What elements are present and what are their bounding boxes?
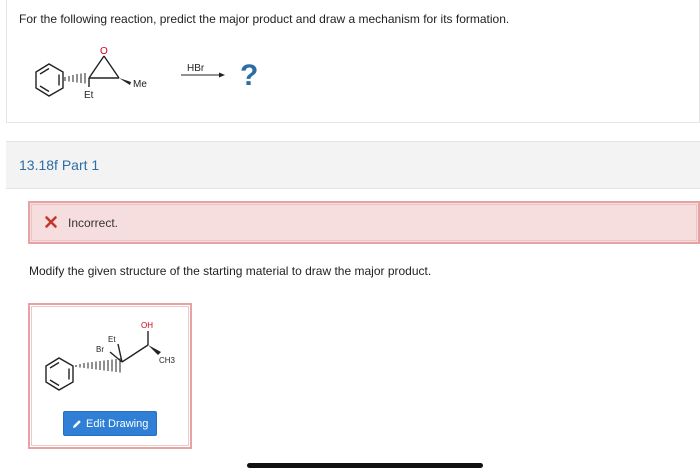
methyl-label: Me bbox=[133, 79, 147, 90]
hydroxyl-label: OH bbox=[141, 321, 153, 330]
product-structure: Et Br OH CH3 bbox=[45, 321, 176, 391]
edit-drawing-label: Edit Drawing bbox=[86, 417, 149, 430]
ethyl-label: Et bbox=[108, 335, 116, 344]
feedback-banner: Incorrect. bbox=[28, 201, 700, 244]
benzene-ring bbox=[35, 63, 64, 97]
home-indicator[interactable] bbox=[247, 463, 483, 468]
reagent-label: HBr bbox=[187, 63, 205, 74]
hashed-bond bbox=[64, 73, 86, 84]
product-benzene-ring bbox=[45, 357, 74, 391]
epoxide bbox=[88, 55, 120, 79]
edit-drawing-button[interactable]: Edit Drawing bbox=[63, 411, 157, 436]
drawing-answer-box: Et Br OH CH3 Edit Drawing bbox=[28, 303, 192, 449]
product-hashed-bond bbox=[75, 358, 121, 373]
part-title: 13.18f Part 1 bbox=[19, 157, 100, 173]
methyl-wedge bbox=[119, 78, 131, 85]
x-icon bbox=[45, 216, 57, 228]
methyl-wedge bbox=[148, 345, 161, 355]
epoxide-oxygen-label: O bbox=[100, 46, 108, 57]
question-text: For the following reaction, predict the … bbox=[19, 12, 510, 26]
feedback-status: Incorrect. bbox=[68, 216, 119, 230]
instruction-text: Modify the given structure of the starti… bbox=[29, 264, 432, 278]
pencil-icon bbox=[73, 420, 81, 428]
carbon-carbon-bond bbox=[121, 344, 149, 363]
part-header: 13.18f Part 1 bbox=[6, 141, 700, 189]
product-placeholder: ? bbox=[240, 59, 258, 92]
bromine-label: Br bbox=[96, 345, 104, 354]
methyl-label: CH3 bbox=[159, 356, 176, 365]
ethyl-label: Et bbox=[84, 90, 94, 101]
reaction-scheme: O Et Me HBr ? bbox=[35, 46, 258, 101]
question-card: For the following reaction, predict the … bbox=[6, 0, 700, 123]
